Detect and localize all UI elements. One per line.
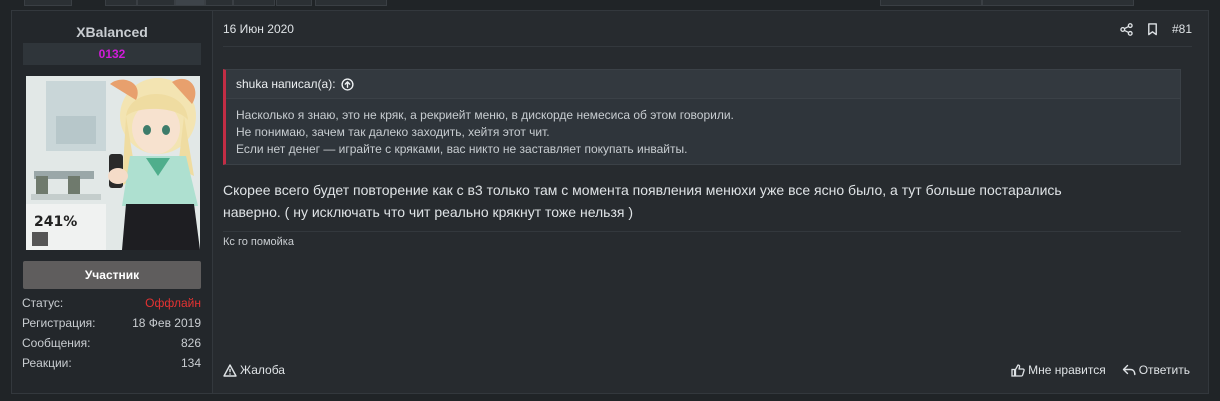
pagination-remnant	[0, 0, 1220, 6]
anime-girl-avatar-icon: 241%	[26, 76, 200, 250]
stat-label: Регистрация:	[22, 316, 96, 330]
avatar[interactable]: 241%	[26, 76, 200, 250]
user-signature: Кс го помойка	[223, 236, 294, 248]
stat-row-registration: Регистрация: 18 Фев 2019	[22, 316, 201, 332]
stat-value: 18 Фев 2019	[132, 316, 201, 330]
reply-arrow-icon	[1122, 364, 1136, 376]
quote-line: Не понимаю, зачем так далеко заходить, х…	[236, 125, 550, 139]
stat-value: 826	[180, 336, 201, 350]
reply-label: Ответить	[1138, 363, 1190, 377]
page-button[interactable]	[105, 0, 137, 6]
stat-row-reactions: Реакции: 134	[22, 356, 201, 372]
forum-post: XBalanced 0132 241% Участник Статус: Офф…	[11, 10, 1209, 394]
thread-tools-button[interactable]	[880, 0, 982, 6]
stat-value: 134	[180, 356, 201, 370]
page-button[interactable]	[205, 0, 233, 6]
share-icon[interactable]	[1120, 22, 1133, 36]
report-button[interactable]: Жалоба	[223, 363, 285, 377]
message-line: Скорее всего будет повторение как с в3 т…	[223, 182, 1062, 198]
post-content: 16 Июн 2020 #81 shuka написал(а): Наскол…	[213, 11, 1208, 393]
stat-label: Сообщения:	[22, 336, 91, 350]
username-link[interactable]: XBalanced	[12, 24, 212, 40]
quote-header[interactable]: shuka написал(а):	[226, 70, 1180, 99]
reply-button[interactable]: Ответить	[1122, 363, 1190, 377]
stat-row-messages: Сообщения: 826	[22, 336, 201, 352]
post-header-actions: #81	[1120, 21, 1192, 37]
page-button[interactable]	[315, 0, 387, 6]
warning-triangle-icon	[223, 363, 237, 377]
page-button-current[interactable]	[175, 0, 205, 6]
quote-block: shuka написал(а): Насколько я знаю, это …	[223, 69, 1181, 165]
quote-line: Насколько я знаю, это не кряк, а рекрией…	[236, 108, 734, 122]
like-button[interactable]: Мне нравится	[1011, 363, 1106, 377]
page-button[interactable]	[233, 0, 275, 6]
svg-text:241%: 241%	[34, 214, 77, 230]
report-label: Жалоба	[240, 363, 285, 377]
user-info-panel: XBalanced 0132 241% Участник Статус: Офф…	[12, 11, 213, 393]
thread-tools-button[interactable]	[982, 0, 1134, 6]
bookmark-icon[interactable]	[1147, 22, 1158, 36]
stat-row-status: Статус: Оффлайн	[22, 296, 201, 312]
page-button[interactable]	[24, 0, 72, 6]
page-button[interactable]	[276, 0, 312, 6]
quote-line: Если нет денег — играйте с кряками, вас …	[236, 142, 688, 156]
stat-label: Статус:	[22, 296, 64, 310]
user-tag-badge: 0132	[23, 43, 201, 65]
stat-label: Реакции:	[22, 356, 72, 370]
post-footer-actions: Мне нравится Ответить	[1011, 363, 1190, 377]
post-number-link[interactable]: #81	[1172, 22, 1192, 36]
stat-value-status: Оффлайн	[145, 296, 201, 310]
signature-divider	[223, 231, 1181, 232]
post-date-link[interactable]: 16 Июн 2020	[223, 22, 294, 36]
user-role-badge: Участник	[23, 261, 201, 289]
post-message: Скорее всего будет повторение как с в3 т…	[223, 179, 1183, 223]
arrow-up-circle-icon[interactable]	[340, 77, 354, 91]
header-divider	[223, 46, 1192, 47]
like-label: Мне нравится	[1028, 363, 1106, 377]
thumbs-up-icon	[1011, 363, 1025, 377]
message-line: наверно. ( ну исключать что чит реально …	[223, 204, 634, 220]
quote-body: Насколько я знаю, это не кряк, а рекрией…	[226, 99, 1180, 158]
quote-author[interactable]: shuka написал(а):	[236, 70, 336, 98]
page-button[interactable]	[137, 0, 175, 6]
